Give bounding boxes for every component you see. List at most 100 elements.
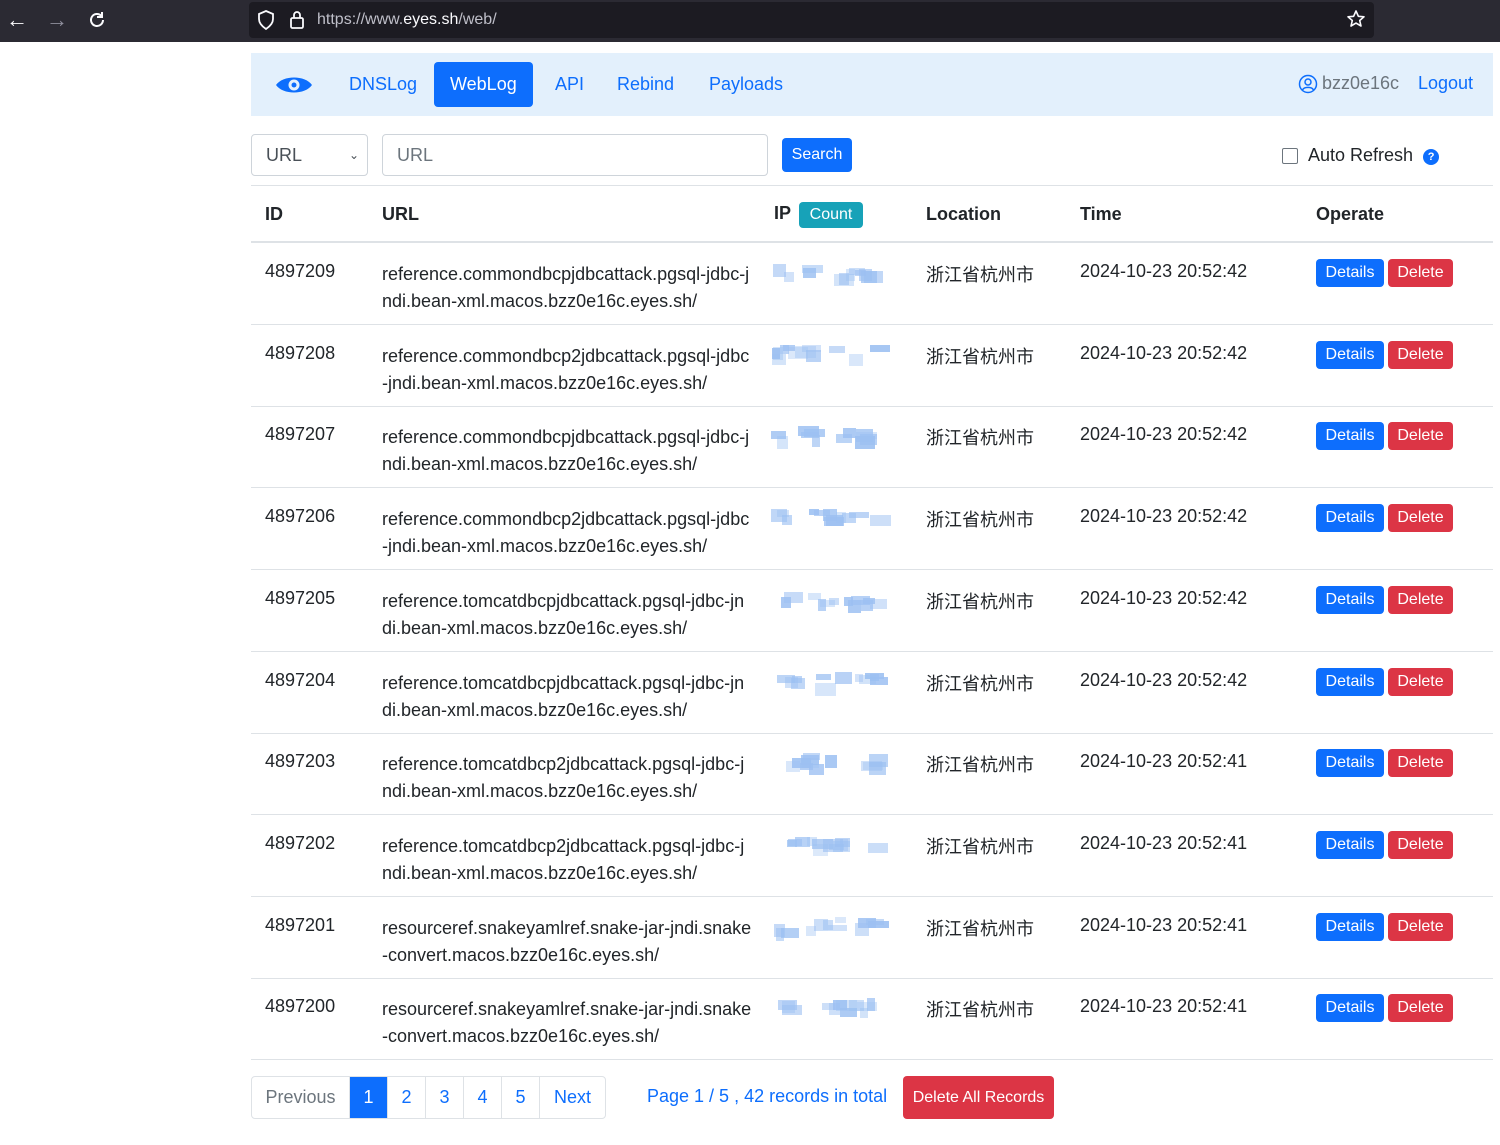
blurred-ip — [771, 578, 887, 644]
record-url: resourceref.snakeyamlref.snake-jar-jndi.… — [382, 917, 752, 965]
ip-blur-block — [813, 843, 828, 856]
details-button[interactable]: Details — [1316, 259, 1384, 287]
blurred-ip — [771, 823, 888, 889]
ip-blur-block — [870, 515, 891, 527]
search-input[interactable] — [382, 134, 768, 176]
forward-arrow-icon[interactable]: → — [42, 6, 72, 34]
auto-refresh-checkbox[interactable] — [1282, 147, 1298, 164]
eye-logo-icon[interactable] — [275, 73, 313, 102]
record-location: 浙江省杭州市 — [926, 591, 1034, 612]
ip-blur-block — [825, 755, 837, 769]
next-page-button[interactable]: Next — [540, 1077, 605, 1118]
delete-button[interactable]: Delete — [1388, 340, 1453, 369]
address-bar[interactable]: https://www.eyes.sh/web/ — [249, 2, 1374, 38]
record-id: 4897207 — [265, 424, 336, 445]
ip-blur-block — [773, 346, 783, 360]
table-row: 4897209 reference.commondbcpjdbcattack.pg… — [251, 243, 1493, 325]
bookmark-star-icon[interactable] — [1346, 9, 1366, 34]
record-id: 4897201 — [265, 914, 336, 935]
nav-weblog[interactable]: WebLog — [434, 62, 533, 107]
record-time: 2024-10-23 20:52:41 — [1080, 914, 1248, 935]
page-5-button[interactable]: 5 — [502, 1077, 540, 1118]
ip-blur-block — [815, 682, 836, 696]
search-field-select[interactable]: URL ⌄ — [251, 134, 368, 176]
blurred-ip — [771, 496, 891, 562]
ip-blur-block — [835, 671, 852, 684]
ip-blur-block — [861, 599, 873, 611]
nav-api[interactable]: API — [539, 62, 600, 107]
ip-blur-block — [866, 918, 884, 925]
delete-button[interactable]: Delete — [1388, 912, 1453, 941]
delete-button[interactable]: Delete — [1388, 422, 1453, 451]
username: bzz0e16c — [1322, 73, 1400, 93]
details-button[interactable]: Details — [1316, 749, 1384, 778]
delete-button[interactable]: Delete — [1388, 504, 1453, 533]
details-button[interactable]: Details — [1316, 667, 1384, 696]
page-3-button[interactable]: 3 — [426, 1077, 464, 1118]
user-icon — [1298, 74, 1318, 93]
delete-button[interactable]: Delete — [1388, 830, 1453, 859]
header-ip: IP — [774, 203, 792, 223]
ip-blur-block — [860, 1008, 868, 1019]
previous-page-button[interactable]: Previous — [252, 1077, 350, 1118]
back-arrow-icon[interactable]: ← — [2, 6, 32, 34]
ip-blur-block — [834, 274, 854, 286]
row-divider — [251, 1059, 1493, 1061]
delete-button[interactable]: Delete — [1388, 749, 1453, 778]
count-button[interactable]: Count — [799, 202, 863, 228]
nav-payloads[interactable]: Payloads — [693, 62, 799, 107]
shield-icon[interactable] — [257, 10, 275, 35]
record-url: reference.commondbcp2jdbcattack.pgsql-jd… — [382, 345, 750, 393]
record-location: 浙江省杭州市 — [926, 918, 1034, 939]
delete-button[interactable]: Delete — [1388, 994, 1453, 1023]
record-time: 2024-10-23 20:52:42 — [1080, 587, 1248, 608]
details-button[interactable]: Details — [1316, 504, 1384, 533]
ip-blur-block — [829, 345, 845, 353]
delete-button[interactable]: Delete — [1388, 585, 1453, 614]
record-url: reference.tomcatdbcp2jdbcattack.pgsql-jd… — [382, 835, 745, 883]
ip-blur-block — [822, 1003, 835, 1011]
chevron-down-icon: ⌄ — [348, 148, 359, 162]
nav-dnslog[interactable]: DNSLog — [333, 62, 433, 107]
record-location: 浙江省杭州市 — [926, 510, 1034, 531]
record-url: reference.tomcatdbcpjdbcattack.pgsql-jdb… — [382, 672, 745, 720]
details-button[interactable]: Details — [1316, 912, 1384, 941]
help-icon[interactable]: ? — [1423, 149, 1440, 165]
ip-blur-block — [864, 271, 883, 283]
record-url: reference.commondbcpjdbcattack.pgsql-jdb… — [382, 427, 750, 475]
delete-all-records-button[interactable]: Delete All Records — [903, 1076, 1054, 1119]
details-button[interactable]: Details — [1316, 994, 1384, 1023]
record-url: resourceref.snakeyamlref.snake-jar-jndi.… — [382, 999, 752, 1047]
lock-icon[interactable] — [289, 10, 305, 35]
table-row: 4897204 reference.tomcatdbcpjdbcattack.pg… — [251, 652, 1493, 734]
table-row: 4897201 resourceref.snakeyamlref.snake-ja… — [251, 897, 1493, 979]
page-2-button[interactable]: 2 — [388, 1077, 426, 1118]
table-row: 4897206 reference.commondbcp2jdbcattack.p… — [251, 488, 1493, 571]
details-button[interactable]: Details — [1316, 830, 1384, 859]
details-button[interactable]: Details — [1316, 585, 1384, 614]
details-button[interactable]: Details — [1316, 340, 1384, 369]
delete-button[interactable]: Delete — [1388, 259, 1453, 287]
record-id: 4897205 — [265, 587, 336, 608]
url-text: https://www.eyes.sh/web/ — [317, 11, 497, 28]
page-1-button[interactable]: 1 — [350, 1077, 388, 1118]
nav-rebind[interactable]: Rebind — [601, 62, 690, 107]
ip-blur-block — [855, 673, 863, 682]
ip-blur-block — [835, 916, 846, 923]
page-4-button[interactable]: 4 — [464, 1077, 502, 1118]
ip-blur-block — [818, 598, 826, 611]
logout-link[interactable]: Logout — [1418, 73, 1473, 94]
search-button[interactable]: Search — [782, 138, 852, 172]
reload-icon[interactable] — [82, 6, 112, 34]
delete-button[interactable]: Delete — [1388, 667, 1453, 696]
ip-blur-block — [836, 1000, 857, 1012]
ip-blur-block — [800, 763, 813, 771]
ip-blur-block — [848, 599, 861, 613]
record-id: 4897200 — [265, 996, 336, 1017]
record-id: 4897208 — [265, 342, 336, 363]
ip-blur-block — [870, 344, 890, 352]
ip-blur-block — [784, 591, 803, 603]
ip-blur-block — [829, 597, 839, 605]
record-location: 浙江省杭州市 — [926, 836, 1034, 857]
details-button[interactable]: Details — [1316, 422, 1384, 451]
